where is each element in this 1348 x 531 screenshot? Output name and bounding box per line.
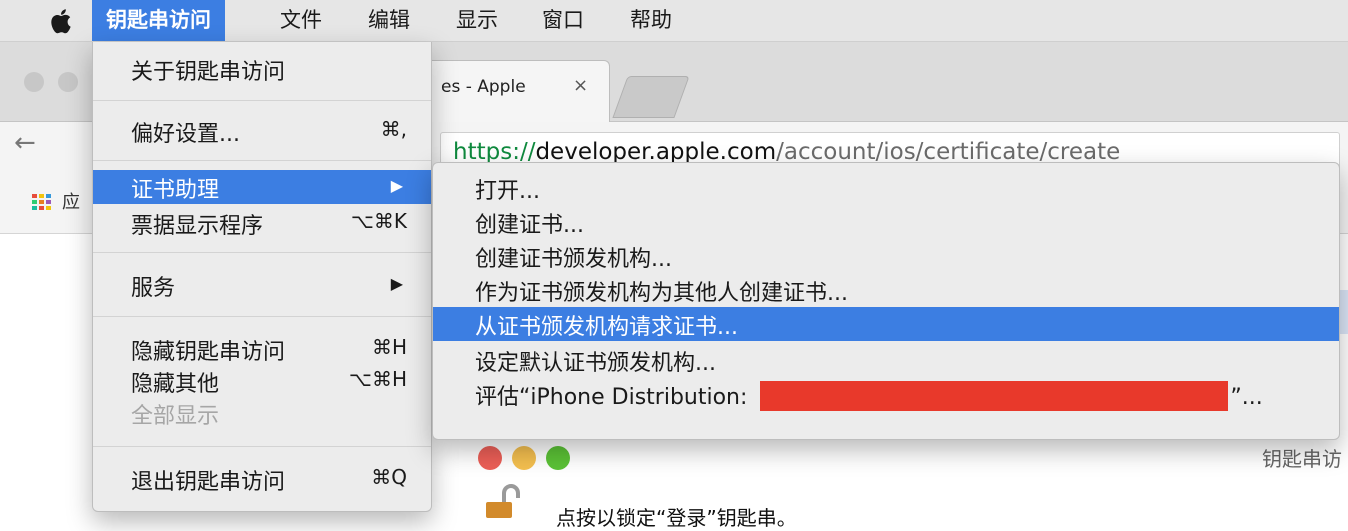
submenu-item-create-ca[interactable]: 创建证书颁发机构... [433, 239, 1339, 273]
menu-help[interactable]: 帮助 [630, 0, 672, 41]
unlocked-padlock-icon[interactable] [486, 484, 526, 518]
bookmark-label[interactable]: 应 [62, 188, 80, 214]
menu-item-quit[interactable]: 退出钥匙串访问 ⌘Q [93, 462, 431, 496]
redaction-bar [760, 381, 1229, 411]
submenu-item-evaluate[interactable]: 评估“iPhone Distribution: ”... [433, 377, 1339, 411]
menu-item-label: 证书助理 [131, 178, 220, 203]
tab-close-icon[interactable]: × [573, 75, 588, 96]
menu-keychain-access[interactable]: 钥匙串访问 [92, 0, 225, 41]
menu-file[interactable]: 文件 [280, 0, 322, 41]
keychain-zoom-icon[interactable] [546, 446, 570, 470]
submenu-item-label: 作为证书颁发机构为其他人创建证书... [475, 281, 848, 306]
tab-title: es - Apple [441, 77, 526, 97]
menu-separator [93, 160, 431, 161]
menu-item-hide-others[interactable]: 隐藏其他 ⌥⌘H [93, 364, 431, 398]
menu-item-ticket-viewer[interactable]: 票据显示程序 ⌥⌘K [93, 206, 431, 240]
menu-item-preferences[interactable]: 偏好设置... ⌘, [93, 114, 431, 148]
back-arrow-icon[interactable]: ← [14, 128, 36, 158]
browser-tab[interactable]: es - Apple × [410, 60, 610, 122]
submenu-item-create-for-others[interactable]: 作为证书颁发机构为其他人创建证书... [433, 273, 1339, 307]
menu-item-shortcut: ⌘Q [371, 465, 407, 489]
submenu-arrow-icon: ▶ [390, 176, 403, 195]
window-close-icon[interactable] [24, 72, 44, 92]
submenu-item-label: 创建证书... [475, 213, 584, 238]
menu-item-show-all: 全部显示 [93, 396, 431, 430]
submenu-item-label: 打开... [475, 179, 540, 204]
menu-item-certificate-assistant[interactable]: 证书助理 ▶ [93, 170, 431, 204]
menu-item-label: 隐藏钥匙串访问 [131, 340, 286, 365]
menu-separator [93, 100, 431, 101]
menu-separator [93, 252, 431, 253]
keychain-window-title: 钥匙串访 [1262, 447, 1342, 471]
menu-separator [93, 446, 431, 447]
apple-logo-icon [51, 9, 71, 34]
menu-item-label: 全部显示 [131, 404, 220, 429]
keychain-app-menu: 关于钥匙串访问 偏好设置... ⌘, 证书助理 ▶ 票据显示程序 ⌥⌘K 服务 … [92, 42, 432, 512]
submenu-item-open[interactable]: 打开... [433, 171, 1339, 205]
menu-item-label: 偏好设置... [131, 122, 240, 147]
evaluate-suffix: ”... [1230, 385, 1263, 410]
menu-separator [93, 316, 431, 317]
submenu-arrow-icon: ▶ [390, 274, 403, 293]
certificate-assistant-submenu: 打开... 创建证书... 创建证书颁发机构... 作为证书颁发机构为其他人创建… [432, 162, 1340, 440]
apple-menu[interactable] [42, 4, 78, 38]
menu-item-hide-keychain[interactable]: 隐藏钥匙串访问 ⌘H [93, 332, 431, 366]
menu-item-shortcut: ⌘H [371, 335, 407, 359]
submenu-item-label: 从证书颁发机构请求证书... [475, 315, 738, 340]
keychain-minimize-icon[interactable] [512, 446, 536, 470]
menu-item-label: 关于钥匙串访问 [131, 60, 286, 85]
menu-item-shortcut: ⌥⌘H [348, 367, 407, 391]
submenu-item-label: 设定默认证书颁发机构... [475, 351, 716, 376]
menu-edit[interactable]: 编辑 [368, 0, 410, 41]
submenu-item-set-default-ca[interactable]: 设定默认证书颁发机构... [433, 343, 1339, 377]
window-minimize-icon[interactable] [58, 72, 78, 92]
menu-item-label: 票据显示程序 [131, 214, 264, 239]
submenu-item-label: 创建证书颁发机构... [475, 247, 672, 272]
menu-window[interactable]: 窗口 [542, 0, 584, 41]
menu-item-services[interactable]: 服务 ▶ [93, 268, 431, 302]
menu-bar: 钥匙串访问 文件 编辑 显示 窗口 帮助 [0, 0, 1348, 42]
menu-view[interactable]: 显示 [456, 0, 498, 41]
lock-hint-text: 点按以锁定“登录”钥匙串。 [556, 506, 797, 530]
menu-item-label: 退出钥匙串访问 [131, 470, 286, 495]
apps-grid-icon[interactable] [32, 194, 52, 210]
keychain-close-icon[interactable] [478, 446, 502, 470]
menu-item-shortcut: ⌥⌘K [350, 209, 407, 233]
menu-item-label: 服务 [131, 276, 176, 301]
new-tab-button[interactable] [612, 76, 690, 118]
submenu-item-create-certificate[interactable]: 创建证书... [433, 205, 1339, 239]
evaluate-prefix: 评估“iPhone Distribution: [475, 385, 755, 410]
submenu-item-request-from-ca[interactable]: 从证书颁发机构请求证书... [433, 307, 1339, 341]
menu-item-shortcut: ⌘, [380, 117, 407, 141]
menu-item-about[interactable]: 关于钥匙串访问 [93, 52, 431, 86]
submenu-item-label: 评估“iPhone Distribution: ”... [475, 379, 1263, 413]
menu-item-label: 隐藏其他 [131, 372, 220, 397]
